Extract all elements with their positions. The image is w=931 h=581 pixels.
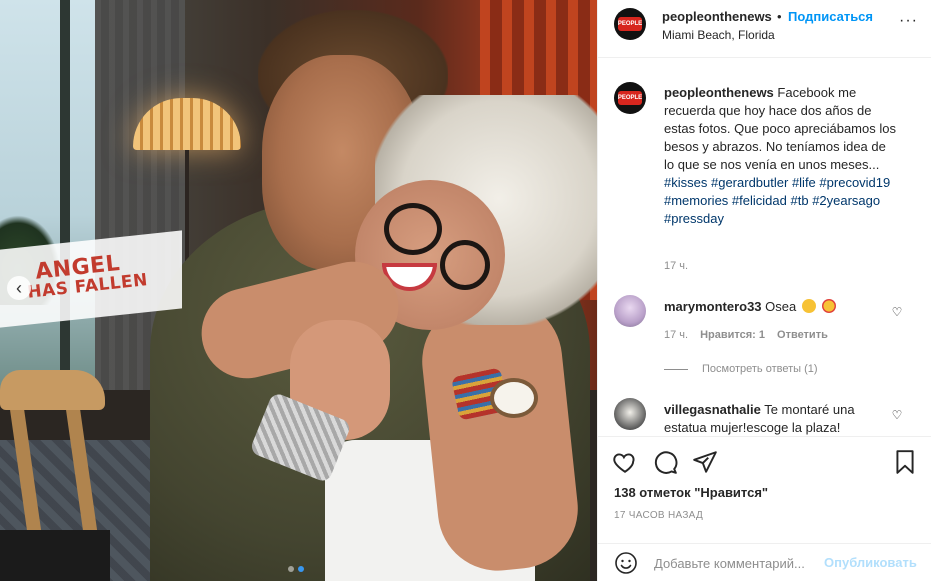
caption-username[interactable]: peopleonthenews [664, 85, 774, 100]
comment-input[interactable] [654, 553, 822, 573]
view-replies-button[interactable]: Посмотреть ответы (1) [664, 363, 818, 375]
post-timestamp[interactable]: 17 часов назад [614, 510, 703, 521]
chair-back [0, 370, 105, 410]
glasses-left-lens [384, 203, 442, 255]
comment-item: marymontero33 Osea [664, 298, 884, 316]
post-actions: 138 отметок "Нравится" 17 часов назад [598, 436, 931, 543]
author-username[interactable]: peopleonthenews [662, 9, 772, 24]
chevron-left-icon: ‹ [16, 278, 22, 298]
reply-button[interactable]: Ответить [777, 329, 828, 341]
hashtag[interactable]: #kisses [664, 175, 707, 190]
author-avatar[interactable]: PEOPLE [614, 8, 646, 40]
chair [0, 370, 110, 581]
caption-timestamp[interactable]: 17 ч. [664, 260, 688, 272]
carousel-dots [288, 566, 304, 572]
comment-icon[interactable] [652, 449, 678, 475]
publish-button[interactable]: Опубликовать [824, 555, 917, 570]
comment-text: Osea [765, 299, 797, 314]
view-replies-label: Посмотреть ответы (1) [702, 363, 818, 375]
more-options-icon[interactable]: ··· [899, 12, 918, 30]
chair-seat [0, 530, 110, 581]
comments-section[interactable]: PEOPLE peopleonthenews Facebook me recue… [598, 58, 931, 436]
hashtag[interactable]: #gerardbutler [711, 175, 788, 190]
glasses-right-lens [440, 240, 490, 290]
window-frame [60, 0, 70, 390]
carousel-dot-active[interactable] [298, 566, 304, 572]
post-side-panel: PEOPLE peopleonthenews • Подписаться Mia… [597, 0, 931, 581]
post-caption: peopleonthenews Facebook me recuerda que… [664, 84, 896, 228]
post-location[interactable]: Miami Beach, Florida [662, 28, 775, 42]
hashtag[interactable]: #precovid19 [819, 175, 890, 190]
hashtag[interactable]: #memories [664, 193, 728, 208]
hashtag[interactable]: #tb [790, 193, 808, 208]
wristwatch [490, 378, 538, 418]
post-header: PEOPLE peopleonthenews • Подписаться Mia… [598, 0, 931, 58]
comment-timestamp[interactable]: 17 ч. [664, 329, 688, 341]
caption-author-avatar[interactable]: PEOPLE [614, 82, 646, 114]
post-photo[interactable]: Angel Has Fallen ‹ [0, 0, 597, 581]
comment-item: villegasnathalie Te montaré una estatua … [664, 401, 884, 436]
follow-button[interactable]: Подписаться [788, 9, 873, 24]
hashtag[interactable]: #pressday [664, 211, 724, 226]
comment-username[interactable]: villegasnathalie [664, 402, 761, 417]
header-separator: • [777, 9, 782, 24]
bookmark-icon[interactable] [892, 449, 918, 475]
people-logo-icon: PEOPLE [618, 17, 642, 31]
comment-username[interactable]: marymontero33 [664, 299, 762, 314]
add-comment-bar: Опубликовать [598, 543, 931, 581]
hashtag[interactable]: #felicidad [732, 193, 787, 208]
share-icon[interactable] [692, 449, 718, 475]
comment-like-heart-icon[interactable]: ♡ [890, 305, 904, 319]
comment-meta: 17 ч. Нравится: 1 Ответить [664, 329, 828, 341]
people-logo-icon: PEOPLE [618, 91, 642, 105]
emoji-picker-icon[interactable] [614, 551, 638, 575]
carousel-dot[interactable] [288, 566, 294, 572]
hashtag[interactable]: #2yearsago [812, 193, 880, 208]
carousel-prev-button[interactable]: ‹ [7, 276, 31, 300]
heart-eyes-emoji-icon [821, 299, 836, 313]
commenter-avatar[interactable] [614, 295, 646, 327]
heart-icon[interactable] [612, 449, 638, 475]
replies-divider [664, 368, 688, 370]
hashtag[interactable]: #life [792, 175, 816, 190]
comment-like-heart-icon[interactable]: ♡ [890, 408, 904, 422]
commenter-avatar[interactable] [614, 398, 646, 430]
comment-likes-count[interactable]: Нравится: 1 [700, 329, 765, 341]
likes-count[interactable]: 138 отметок "Нравится" [614, 485, 768, 500]
grinning-emoji-icon [801, 299, 816, 313]
window-background [0, 0, 95, 390]
